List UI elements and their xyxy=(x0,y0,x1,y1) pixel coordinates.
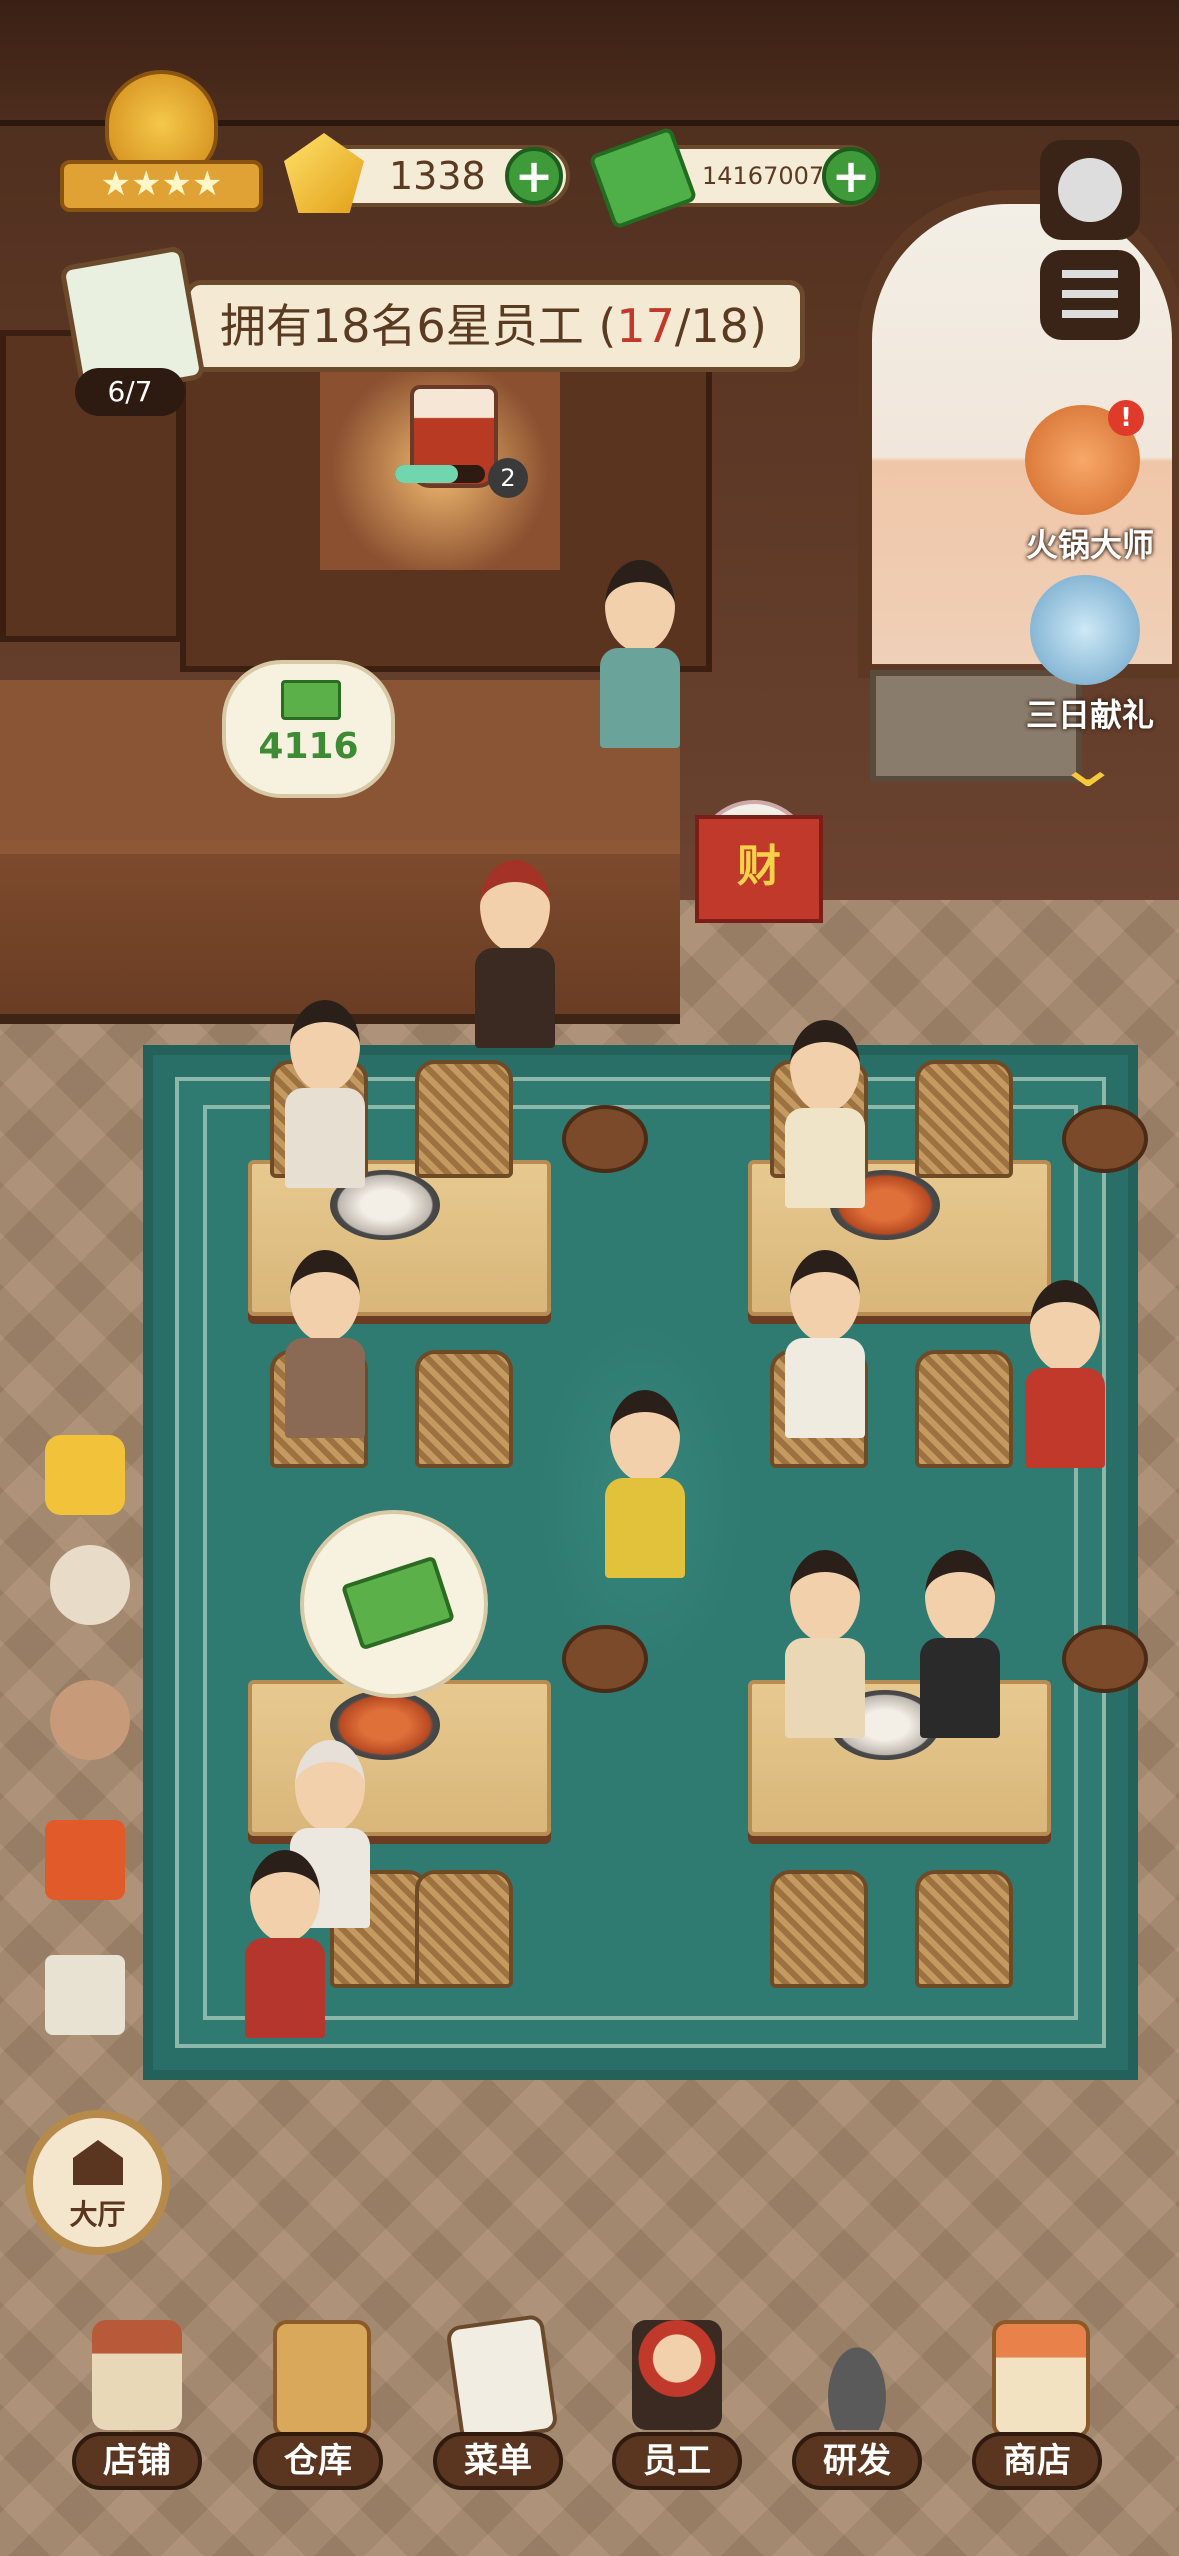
couple-icon[interactable] xyxy=(50,1680,130,1760)
gem-amount: 1338 xyxy=(389,154,486,198)
shop-stall-icon xyxy=(992,2320,1090,2438)
drink-level-badge: 2 xyxy=(488,458,528,498)
book-icon[interactable] xyxy=(45,1955,125,2035)
alert-badge-icon: ! xyxy=(1108,400,1144,436)
cash-amount: 141670074 xyxy=(702,162,840,190)
counter-front xyxy=(0,840,680,1024)
chair xyxy=(415,1870,513,1988)
chair xyxy=(770,1870,868,1988)
chair xyxy=(415,1060,513,1178)
task-total: /18) xyxy=(674,299,767,353)
customer[interactable] xyxy=(785,1020,865,1208)
cash-icon xyxy=(340,1555,456,1651)
nav-label: 员工 xyxy=(612,2432,742,2490)
waiter[interactable] xyxy=(1025,1280,1105,1468)
chair xyxy=(915,1870,1013,1988)
wok-icon xyxy=(812,2320,902,2430)
event-label: 火锅大师 xyxy=(1025,526,1154,564)
add-gems-button[interactable]: + xyxy=(505,147,563,205)
task-text: 拥有18名6星员工 ( xyxy=(220,299,617,353)
task-progress: 17 xyxy=(616,299,675,353)
nav-label: 店铺 xyxy=(72,2432,202,2490)
taxi-icon[interactable] xyxy=(45,1435,125,1515)
chair xyxy=(415,1350,513,1468)
counter-cash-bubble[interactable]: 4116 xyxy=(222,660,395,798)
add-cash-button[interactable]: + xyxy=(822,147,880,205)
delivery-icon[interactable] xyxy=(50,1545,130,1625)
nav-label: 研发 xyxy=(792,2432,922,2490)
cash-icon xyxy=(281,680,341,720)
nav-label: 菜单 xyxy=(433,2432,563,2490)
waiter[interactable] xyxy=(245,1850,325,2038)
drink-progress-fill xyxy=(395,465,458,483)
nav-store[interactable]: 商店 xyxy=(972,2320,1102,2490)
nav-shop[interactable]: 店铺 xyxy=(72,2320,202,2490)
nav-label: 商店 xyxy=(972,2432,1102,2490)
side-stool xyxy=(562,1105,648,1173)
chevron-down-icon[interactable]: ⌄ xyxy=(1046,740,1130,796)
lucky-cat-pedestal: 财 xyxy=(695,815,823,923)
rank-badge[interactable]: ★★★★ xyxy=(60,70,263,212)
three-day-gift-icon[interactable] xyxy=(1030,575,1140,685)
customer[interactable] xyxy=(785,1250,865,1438)
menu-button[interactable] xyxy=(1040,250,1140,340)
gift-megaphone-icon[interactable] xyxy=(45,1820,125,1900)
customer[interactable] xyxy=(920,1550,1000,1738)
settings-button[interactable] xyxy=(1040,140,1140,240)
task-banner[interactable]: 拥有18名6星员工 (17/18) xyxy=(185,280,805,372)
waiter[interactable] xyxy=(605,1390,685,1578)
nav-staff[interactable]: 员工 xyxy=(612,2320,742,2490)
nav-warehouse[interactable]: 仓库 xyxy=(253,2320,383,2490)
clipboard-icon xyxy=(445,2313,559,2445)
chair xyxy=(915,1350,1013,1468)
nav-menu[interactable]: 菜单 xyxy=(433,2313,563,2490)
house-icon xyxy=(73,2140,123,2185)
drink-progress-track xyxy=(395,465,485,483)
task-page-indicator: 6/7 xyxy=(75,368,185,416)
table-cash-bubble[interactable] xyxy=(300,1510,488,1698)
waiter[interactable] xyxy=(475,860,555,1048)
counter-cash-amount: 4116 xyxy=(258,726,359,767)
hall-button[interactable]: 大厅 xyxy=(25,2110,170,2255)
boxes-icon xyxy=(273,2320,371,2438)
nav-research[interactable]: 研发 xyxy=(792,2320,922,2490)
side-stool xyxy=(1062,1625,1148,1693)
chef-icon xyxy=(632,2320,722,2430)
customer[interactable] xyxy=(285,1250,365,1438)
nav-label: 仓库 xyxy=(253,2432,383,2490)
side-stool xyxy=(1062,1105,1148,1173)
customer[interactable] xyxy=(285,1000,365,1188)
customer[interactable] xyxy=(785,1550,865,1738)
chair xyxy=(915,1060,1013,1178)
storefront-icon xyxy=(92,2320,182,2430)
list-icon xyxy=(1062,270,1118,320)
bartender[interactable] xyxy=(600,560,680,748)
gear-icon xyxy=(1058,158,1122,222)
event-label: 三日献礼 xyxy=(1025,696,1154,734)
side-stool xyxy=(562,1625,648,1693)
rank-stars: ★★★★ xyxy=(60,160,263,212)
hall-label: 大厅 xyxy=(69,2198,126,2231)
